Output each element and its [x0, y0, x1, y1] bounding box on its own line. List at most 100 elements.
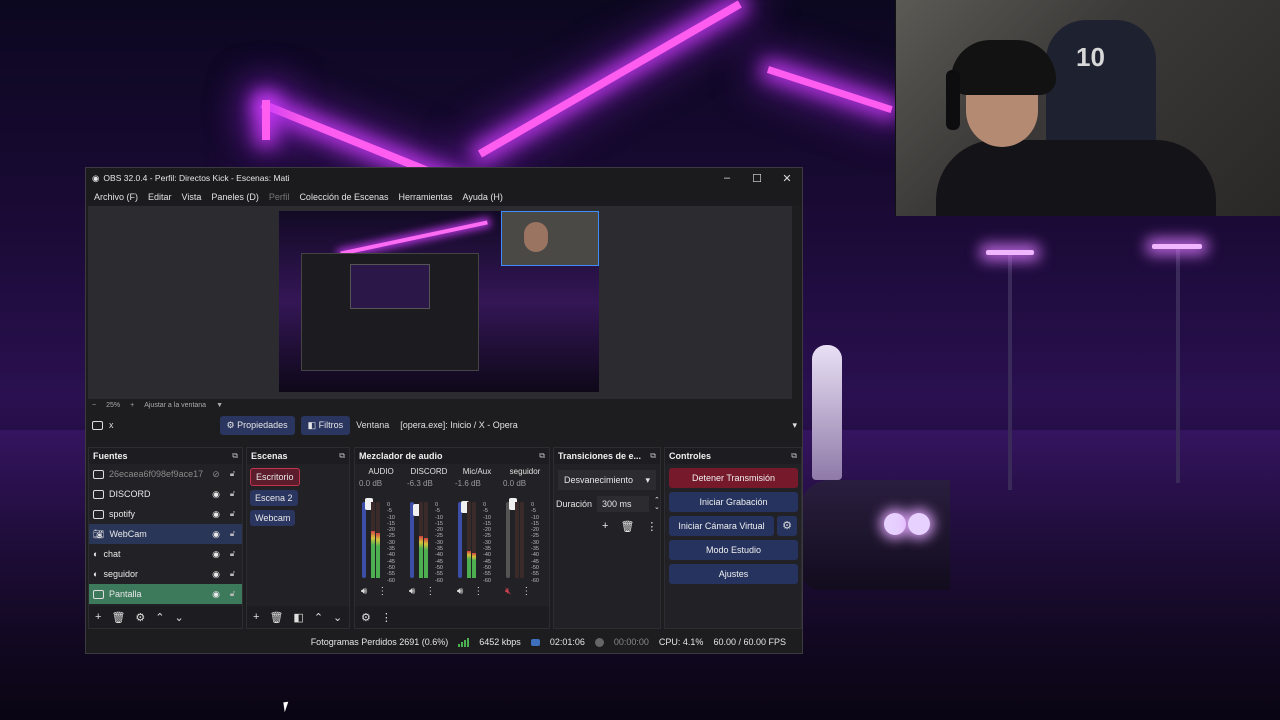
add-icon[interactable]: + — [602, 520, 608, 533]
undock-icon[interactable]: ⧉ — [650, 451, 656, 461]
source-close-button[interactable]: x — [109, 420, 114, 430]
preview-canvas[interactable] — [279, 211, 599, 392]
menu-vista[interactable]: Vista — [177, 192, 207, 202]
channel-db: -6.3 dB — [407, 479, 433, 488]
speaker-icon[interactable]: 🔊︎ — [409, 586, 415, 597]
scene-escritorio[interactable]: Escritorio — [250, 468, 300, 486]
studio-mode-button[interactable]: Modo Estudio — [669, 540, 798, 560]
zoom-dropdown-icon[interactable]: ▼ — [216, 402, 223, 409]
trash-icon[interactable]: 🗑︎ — [111, 611, 125, 624]
lock-icon[interactable]: 🔓︎ — [227, 509, 238, 519]
menu-herramientas[interactable]: Herramientas — [394, 192, 458, 202]
speaker-icon[interactable]: 🔊︎ — [361, 586, 367, 597]
source-item[interactable]: 26ecaea6f098ef9ace17 ⊘ 🔓︎ — [89, 464, 242, 484]
move-down-icon[interactable]: ⌄ — [175, 611, 184, 624]
virtual-cam-settings-icon[interactable]: ⚙ — [777, 516, 797, 536]
kebab-menu-icon[interactable]: ⋮ — [425, 586, 435, 597]
filter-icon[interactable]: ◧ — [293, 611, 303, 624]
lock-icon[interactable]: 🔓︎ — [227, 469, 238, 479]
eye-icon[interactable]: ◉ — [210, 529, 222, 540]
menu-paneles[interactable]: Paneles (D) — [206, 192, 264, 202]
close-button[interactable]: ✕ — [772, 172, 802, 185]
start-recording-button[interactable]: Iniciar Grabación — [669, 492, 798, 512]
kebab-menu-icon[interactable]: ⋮ — [377, 586, 387, 597]
stop-stream-button[interactable]: Detener Transmisión — [669, 468, 798, 488]
eye-icon[interactable]: ◉ — [210, 589, 222, 600]
menu-editar[interactable]: Editar — [143, 192, 177, 202]
volume-fader[interactable] — [362, 498, 373, 578]
menu-archivo[interactable]: Archivo (F) — [89, 192, 143, 202]
menu-ayuda[interactable]: Ayuda (H) — [458, 192, 508, 202]
speaker-icon[interactable]: 🔊︎ — [457, 586, 463, 597]
chevron-down-icon: ▾ — [792, 419, 797, 430]
kebab-menu-icon[interactable]: ⋮ — [646, 520, 657, 533]
scene-webcam[interactable]: Webcam — [250, 510, 296, 526]
eye-icon[interactable]: ◉ — [210, 509, 222, 520]
lamp-post-1 — [1008, 255, 1012, 490]
undock-icon[interactable]: ⧉ — [232, 451, 238, 461]
lock-icon[interactable]: 🔓︎ — [227, 489, 238, 499]
lock-icon[interactable]: 🔓︎ — [227, 589, 238, 599]
source-window-icon — [92, 420, 103, 430]
mixer-channel: DISCORD -6.3 dB 0 -5 -10 -15 -20 -25 -30 -35 -40… — [405, 464, 453, 597]
kebab-menu-icon[interactable]: ⋮ — [473, 586, 483, 597]
duration-input[interactable]: 300 ms — [597, 496, 650, 512]
source-item[interactable]: DISCORD ◉ 🔓︎ — [89, 484, 242, 504]
lock-icon[interactable]: 🔓︎ — [227, 549, 238, 559]
mixer-title: Mezclador de audio — [359, 451, 443, 461]
source-item-active[interactable]: Pantalla ◉ 🔓︎ — [89, 584, 242, 604]
minimize-button[interactable]: – — [712, 172, 742, 184]
add-icon[interactable]: + — [95, 611, 101, 623]
undock-icon[interactable]: ⧉ — [339, 451, 345, 461]
menu-perfil[interactable]: Perfil — [264, 192, 295, 202]
menu-coleccion-escenas[interactable]: Colección de Escenas — [294, 192, 393, 202]
filters-button[interactable]: ◧ Filtros — [300, 415, 351, 435]
eye-hidden-icon[interactable]: ⊘ — [210, 469, 222, 480]
properties-button[interactable]: ⚙ Propiedades — [219, 415, 295, 435]
undock-icon[interactable]: ⧉ — [539, 451, 545, 461]
volume-fader[interactable] — [410, 502, 421, 578]
maximize-button[interactable]: ☐ — [742, 172, 772, 185]
speaker-muted-icon[interactable]: 🔇︎ — [505, 586, 511, 597]
source-item-selected[interactable]: 📷︎ WebCam ◉ 🔓︎ — [89, 524, 242, 544]
eye-icon[interactable]: ◉ — [210, 549, 222, 560]
dropped-frames: Fotogramas Perdidos 2691 (0.6%) — [310, 637, 449, 647]
scale-tick: -60 — [483, 577, 491, 584]
trash-icon[interactable]: 🗑︎ — [620, 520, 634, 533]
eye-icon[interactable]: ◉ — [210, 569, 222, 580]
volume-fader[interactable] — [506, 498, 517, 578]
transition-select[interactable]: Desvanecimiento ▾ — [558, 470, 656, 490]
add-icon[interactable]: + — [253, 611, 259, 623]
chair-number: 10 — [1076, 42, 1105, 72]
preview-webcam-source[interactable] — [501, 211, 599, 266]
window-select[interactable]: [opera.exe]: Inicio / X - Opera ▾ — [395, 416, 802, 434]
mixer-channel: Mic/Aux -1.6 dB 0 -5 -10 -15 -20 -25 -30 -35 -40… — [453, 464, 501, 597]
lock-icon[interactable]: 🔓︎ — [227, 569, 238, 579]
scene-escena-2[interactable]: Escena 2 — [250, 490, 298, 506]
start-virtual-cam-button[interactable]: Iniciar Cámara Virtual — [669, 516, 774, 536]
trash-icon[interactable]: 🗑︎ — [269, 611, 283, 624]
zoom-in-button[interactable]: + — [130, 402, 134, 409]
scale-tick: -55 — [483, 571, 491, 578]
undock-icon[interactable]: ⧉ — [791, 451, 797, 461]
kebab-menu-icon[interactable]: ⋮ — [521, 586, 531, 597]
stepper-icon[interactable]: ⌃ ⌄ — [654, 497, 660, 511]
source-item[interactable]: spotify ◉ 🔓︎ — [89, 504, 242, 524]
move-up-icon[interactable]: ⌃ — [314, 611, 323, 624]
zoom-out-button[interactable]: − — [92, 402, 96, 409]
preview-area[interactable] — [88, 206, 792, 399]
lock-icon[interactable]: 🔓︎ — [227, 529, 238, 539]
fit-window-label[interactable]: Ajustar a la ventana — [144, 402, 206, 409]
source-item[interactable]: ◐ seguidor ◉ 🔓︎ — [89, 564, 242, 584]
mixer-settings-icon[interactable]: ⚙ — [361, 611, 371, 624]
kebab-menu-icon[interactable]: ⋮ — [381, 611, 392, 624]
source-item[interactable]: ◐ chat ◉ 🔓︎ — [89, 544, 242, 564]
neon-roof-edge — [262, 100, 270, 140]
move-down-icon[interactable]: ⌄ — [333, 611, 342, 624]
preview-neon — [340, 220, 488, 256]
settings-button[interactable]: Ajustes — [669, 564, 798, 584]
eye-icon[interactable]: ◉ — [210, 489, 222, 500]
move-up-icon[interactable]: ⌃ — [155, 611, 164, 624]
volume-fader[interactable] — [458, 501, 469, 578]
gear-icon[interactable]: ⚙ — [135, 611, 145, 624]
